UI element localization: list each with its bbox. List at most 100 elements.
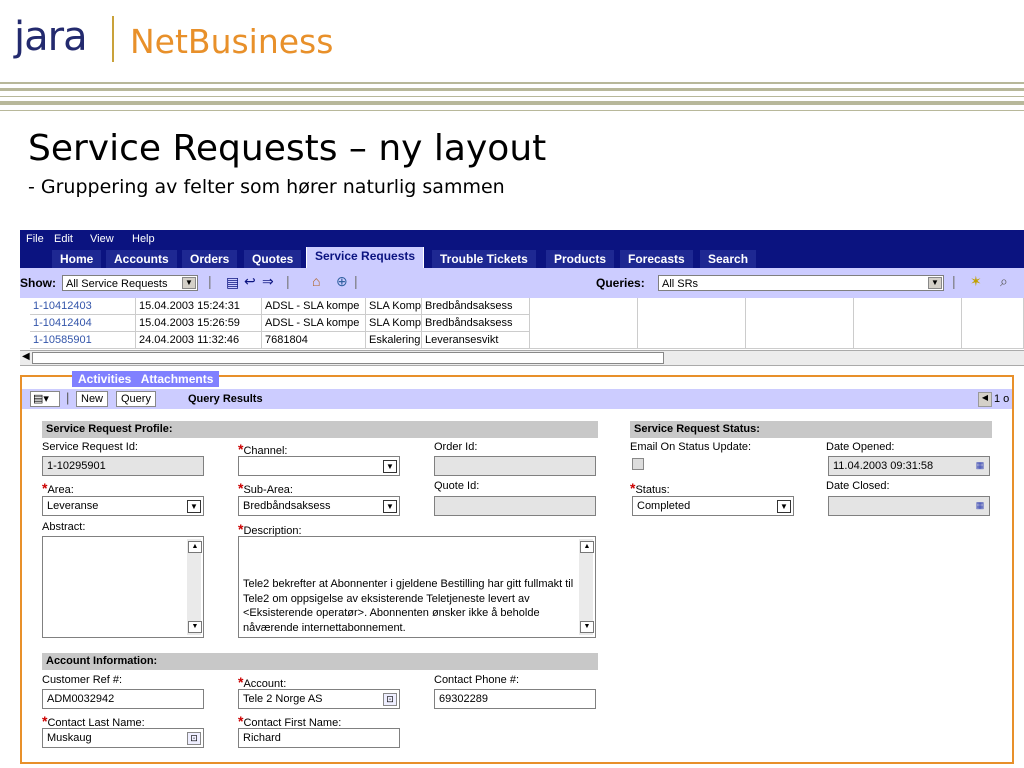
contact-first-name-field[interactable]: Richard [238, 728, 400, 748]
dropdown-arrow-icon[interactable]: ▼ [383, 460, 397, 473]
field-label: Customer Ref #: [42, 674, 123, 686]
sr-id-link[interactable]: 1-10412403 [30, 298, 136, 315]
slide-title: Service Requests – ny layout [28, 128, 547, 169]
search-icon[interactable]: ⌕ [1000, 273, 1008, 290]
scroll-thumb[interactable] [32, 352, 664, 364]
queries-select[interactable]: All SRs ▼ [658, 275, 944, 291]
field-label: Service Request Id: [42, 441, 138, 453]
new-button[interactable]: New [76, 391, 109, 407]
calendar-icon[interactable]: ▦ [973, 500, 987, 513]
vertical-scrollbar[interactable]: ▲ ▼ [187, 539, 202, 635]
calendar-icon[interactable]: ▦ [973, 460, 987, 473]
scroll-left-icon[interactable]: ◀ [22, 351, 30, 362]
scroll-up-icon[interactable]: ▲ [580, 541, 594, 553]
horizontal-scrollbar[interactable]: ◀ [20, 350, 1024, 366]
page-indicator: 1 o [994, 393, 1010, 405]
forward-arrow-icon[interactable]: ⇒ [262, 273, 274, 290]
tab-accounts[interactable]: Accounts [106, 250, 177, 268]
field-label: Email On Status Update: [630, 441, 752, 453]
contact-phone-field[interactable]: 69302289 [434, 689, 596, 709]
description-textarea[interactable]: Tele2 bekrefter at Abonnenter i gjeldene… [238, 536, 596, 638]
account-field[interactable]: Tele 2 Norge AS ⊡ [238, 689, 400, 709]
toolbar-separator: | [208, 273, 212, 289]
field-label: Quote Id: [434, 480, 480, 492]
menu-view[interactable]: View [90, 233, 114, 245]
subtabs: Activities Attachments [72, 371, 220, 387]
header-rule [0, 96, 1024, 97]
table-cell: ADSL - SLA kompe [262, 298, 366, 315]
table-cell: ADSL - SLA kompe [262, 315, 366, 332]
table-cell: Bredbåndsaksess [422, 315, 530, 332]
area-field[interactable]: Leveranse ▼ [42, 496, 204, 516]
table-cell [854, 298, 962, 349]
query-button[interactable]: Query [116, 391, 156, 407]
query-bar: ▤▾ | New Query Query Results ◀ 1 o [22, 389, 1012, 409]
dropdown-arrow-icon[interactable]: ▼ [777, 500, 791, 513]
tab-service-requests[interactable]: Service Requests [306, 247, 425, 268]
table-cell [962, 298, 1024, 349]
tab-forecasts[interactable]: Forecasts [620, 250, 693, 268]
field-label: Date Closed: [826, 480, 890, 492]
field-label: *Description: [238, 521, 302, 537]
scroll-up-icon[interactable]: ▲ [188, 541, 202, 553]
dropdown-arrow-icon[interactable]: ▼ [187, 500, 201, 513]
date-closed-field[interactable]: ▦ [828, 496, 990, 516]
table-cell [746, 298, 854, 349]
menu-file[interactable]: File [26, 233, 44, 245]
logo-divider [112, 16, 114, 62]
wizard-icon[interactable]: ✶ [970, 273, 982, 290]
menu-bar: File Edit View Help [20, 230, 1024, 250]
sr-id-field[interactable]: 1-10295901 [42, 456, 204, 476]
show-select[interactable]: All Service Requests ▼ [62, 275, 198, 291]
list-menu-icon[interactable]: ▤ [226, 274, 239, 291]
tab-search[interactable]: Search [700, 250, 757, 268]
dropdown-arrow-icon[interactable]: ▼ [182, 277, 196, 289]
queries-label: Queries: [596, 276, 645, 290]
customer-ref-field[interactable]: ADM0032942 [42, 689, 204, 709]
header-rule [0, 101, 1024, 105]
vertical-scrollbar[interactable]: ▲ ▼ [579, 539, 594, 635]
sr-id-link[interactable]: 1-10585901 [30, 332, 136, 349]
pick-icon[interactable]: ⊡ [383, 693, 397, 706]
contact-last-name-field[interactable]: Muskaug ⊡ [42, 728, 204, 748]
show-label: Show: [20, 276, 56, 290]
page-prev-icon[interactable]: ◀ [978, 392, 992, 407]
query-results-label: Query Results [188, 393, 263, 405]
quote-id-field[interactable] [434, 496, 596, 516]
dropdown-arrow-icon[interactable]: ▼ [928, 277, 942, 289]
dropdown-arrow-icon[interactable]: ▼ [383, 500, 397, 513]
tab-orders[interactable]: Orders [182, 250, 238, 268]
status-field[interactable]: Completed ▼ [632, 496, 794, 516]
tab-products[interactable]: Products [546, 250, 615, 268]
list-menu-icon[interactable]: ▤▾ [30, 391, 60, 407]
tab-activities[interactable]: Activities [78, 372, 131, 386]
channel-field[interactable]: ▼ [238, 456, 400, 476]
tab-quotes[interactable]: Quotes [244, 250, 302, 268]
globe-icon[interactable]: ⊕ [336, 273, 348, 290]
field-label: *Account: [238, 674, 287, 690]
pick-icon[interactable]: ⊡ [187, 732, 201, 745]
scroll-down-icon[interactable]: ▼ [580, 621, 594, 633]
field-label: *Contact Last Name: [42, 713, 145, 729]
service-request-detail: Activities Attachments ▤▾ | New Query Qu… [20, 371, 1014, 764]
tab-trouble-tickets[interactable]: Trouble Tickets [432, 250, 536, 268]
section-header: Account Information: [42, 653, 598, 670]
date-opened-field[interactable]: 11.04.2003 09:31:58 ▦ [828, 456, 990, 476]
jara-logo: jara [14, 14, 88, 60]
tab-home[interactable]: Home [52, 250, 102, 268]
slide-subtitle: - Gruppering av felter som hører naturli… [28, 176, 505, 198]
header-rule [0, 110, 1024, 111]
email-status-checkbox[interactable] [632, 458, 644, 470]
back-arrow-icon[interactable]: ↩ [244, 273, 256, 290]
sr-id-link[interactable]: 1-10412404 [30, 315, 136, 332]
queries-select-value: All SRs [662, 278, 699, 290]
order-id-field[interactable] [434, 456, 596, 476]
tab-attachments[interactable]: Attachments [141, 372, 214, 386]
subarea-field[interactable]: Bredbåndsaksess ▼ [238, 496, 400, 516]
scroll-down-icon[interactable]: ▼ [188, 621, 202, 633]
menu-help[interactable]: Help [132, 233, 155, 245]
table-cell: 15.04.2003 15:26:59 [136, 315, 262, 332]
home-icon[interactable]: ⌂ [312, 273, 320, 289]
abstract-textarea[interactable]: ▲ ▼ [42, 536, 204, 638]
menu-edit[interactable]: Edit [54, 233, 73, 245]
